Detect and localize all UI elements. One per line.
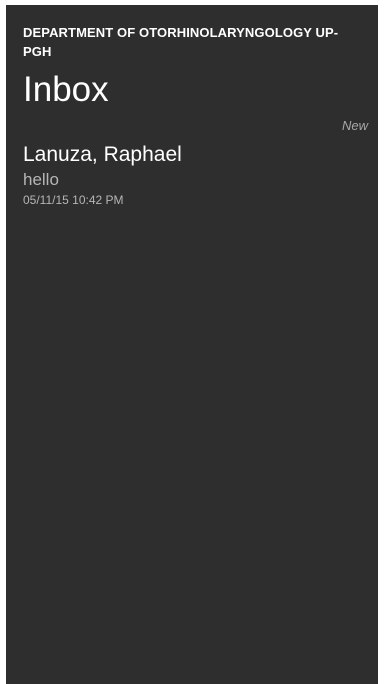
message-preview: hello [23,170,59,189]
page-title: Inbox [23,70,109,109]
organization-title: DEPARTMENT OF OTORHINOLARYNGOLOGY UP-PGH [23,25,339,59]
message-timestamp: 05/11/15 10:42 PM [23,193,124,207]
new-badge: New [341,118,368,133]
app-screen: DEPARTMENT OF OTORHINOLARYNGOLOGY UP-PGH… [6,5,378,684]
message-item[interactable]: Lanuza, Raphael hello 05/11/15 10:42 PM [23,141,363,208]
message-sender: Lanuza, Raphael [23,143,182,166]
